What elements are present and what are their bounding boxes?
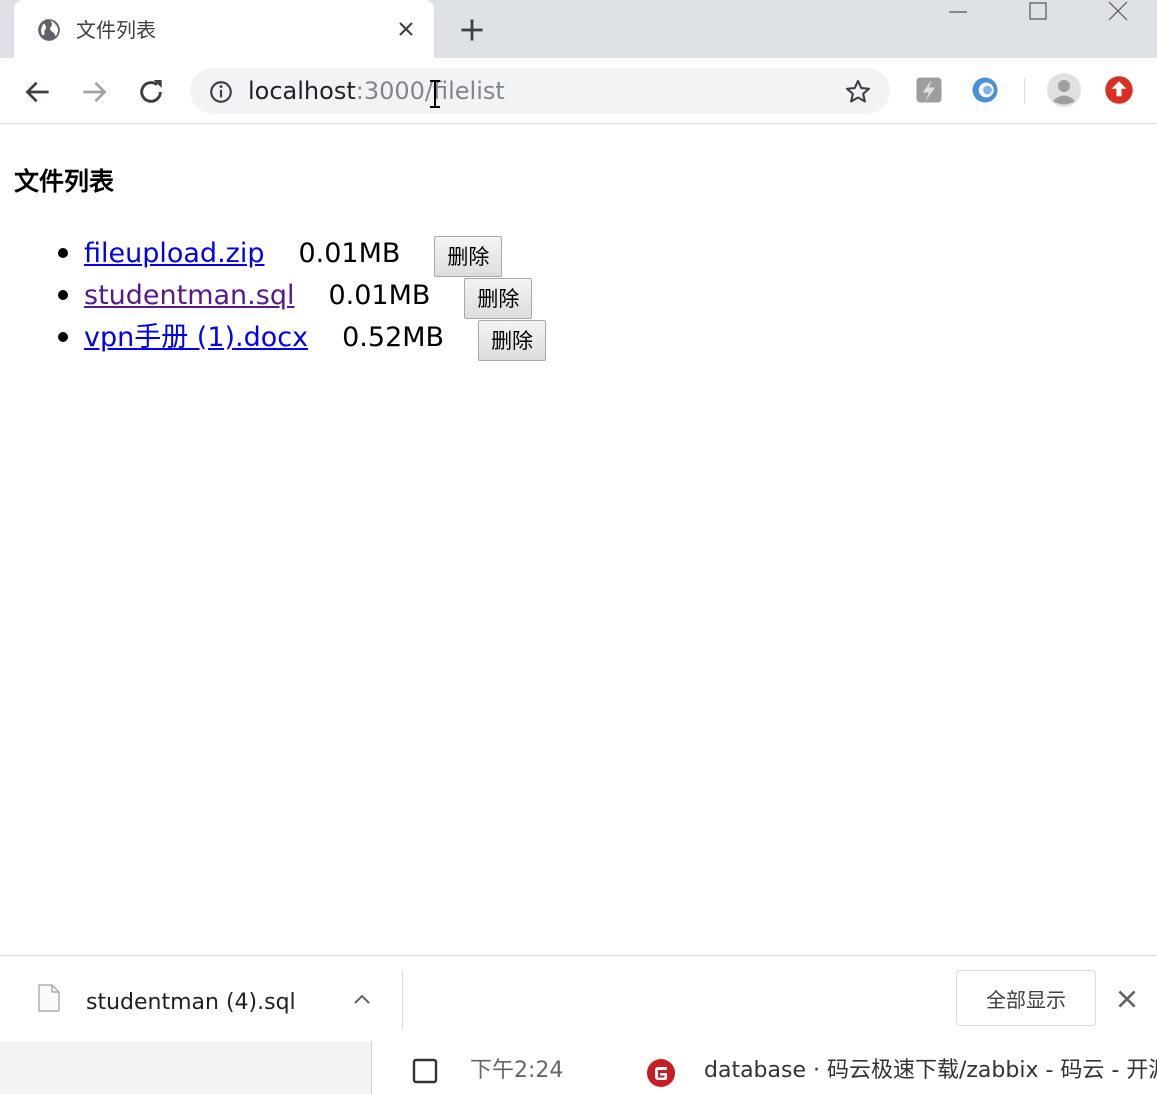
reload-icon[interactable] bbox=[135, 76, 167, 108]
tab-strip: 文件列表 bbox=[0, 0, 1157, 58]
window-close-icon[interactable] bbox=[1106, 0, 1130, 24]
file-link[interactable]: fileupload.zip bbox=[84, 237, 264, 271]
bullet bbox=[58, 248, 68, 258]
url-text[interactable]: localhost:3000/filelist bbox=[248, 76, 505, 106]
new-tab-icon[interactable] bbox=[458, 16, 486, 44]
browser-toolbar: localhost:3000/filelist bbox=[0, 58, 1157, 124]
file-list: fileupload.zip 0.01MB 删除 studentman.sql … bbox=[0, 233, 547, 361]
forward-icon[interactable] bbox=[78, 76, 110, 108]
star-icon[interactable] bbox=[844, 78, 872, 106]
square-icon[interactable] bbox=[412, 1058, 438, 1084]
download-file-name[interactable]: studentman (4).sql bbox=[86, 989, 296, 1017]
address-bar[interactable]: localhost:3000/filelist bbox=[190, 68, 890, 114]
toolbar-separator bbox=[1024, 78, 1025, 104]
shelf-separator bbox=[402, 970, 403, 1030]
delete-button[interactable]: 删除 bbox=[478, 319, 547, 361]
close-icon[interactable] bbox=[1114, 986, 1140, 1012]
text-cursor-icon bbox=[430, 80, 440, 108]
file-size: 0.01MB bbox=[298, 238, 401, 269]
url-host: localhost bbox=[248, 77, 356, 105]
page-content: 文件列表 fileupload.zip 0.01MB 删除 studentman… bbox=[0, 125, 1157, 955]
download-shelf: studentman (4).sql 全部显示 bbox=[0, 955, 1157, 1041]
extension-icon[interactable] bbox=[914, 75, 944, 105]
bullet bbox=[58, 290, 68, 300]
close-icon[interactable] bbox=[394, 17, 418, 41]
update-icon[interactable] bbox=[1104, 75, 1134, 105]
delete-button[interactable]: 删除 bbox=[434, 235, 503, 277]
taskbar: 下午2:24 database · 码云极速下载/zabbix - 码云 - 开… bbox=[0, 1041, 1157, 1094]
taskbar-time: 下午2:24 bbox=[470, 1058, 564, 1083]
file-link[interactable]: vpn手册 (1).docx bbox=[84, 321, 308, 355]
delete-button[interactable]: 删除 bbox=[464, 277, 533, 319]
minimize-icon[interactable] bbox=[946, 0, 970, 24]
avatar-icon[interactable] bbox=[1046, 72, 1082, 108]
file-icon bbox=[38, 984, 60, 1012]
info-icon[interactable] bbox=[208, 79, 234, 105]
page-title: 文件列表 bbox=[14, 167, 115, 196]
file-size: 0.01MB bbox=[328, 280, 431, 311]
extension-icon[interactable] bbox=[970, 75, 1000, 105]
list-item: vpn手册 (1).docx 0.52MB 删除 bbox=[0, 317, 547, 361]
bullet bbox=[58, 332, 68, 342]
list-item: studentman.sql 0.01MB 删除 bbox=[0, 275, 546, 319]
taskbar-blank-area bbox=[0, 1041, 372, 1094]
browser-tab[interactable]: 文件列表 bbox=[14, 0, 434, 58]
back-icon[interactable] bbox=[22, 76, 54, 108]
list-item: fileupload.zip 0.01MB 删除 bbox=[0, 233, 546, 277]
taskbar-window-title[interactable]: database · 码云极速下载/zabbix - 码云 - 开源中 bbox=[704, 1057, 1157, 1085]
file-size: 0.52MB bbox=[342, 322, 445, 353]
chevron-up-icon[interactable] bbox=[350, 988, 374, 1012]
maximize-icon[interactable] bbox=[1026, 0, 1050, 24]
show-all-button[interactable]: 全部显示 bbox=[956, 970, 1096, 1026]
tab-title: 文件列表 bbox=[76, 18, 156, 42]
file-link[interactable]: studentman.sql bbox=[84, 279, 294, 313]
gitee-icon bbox=[647, 1059, 675, 1087]
globe-icon bbox=[38, 19, 60, 41]
